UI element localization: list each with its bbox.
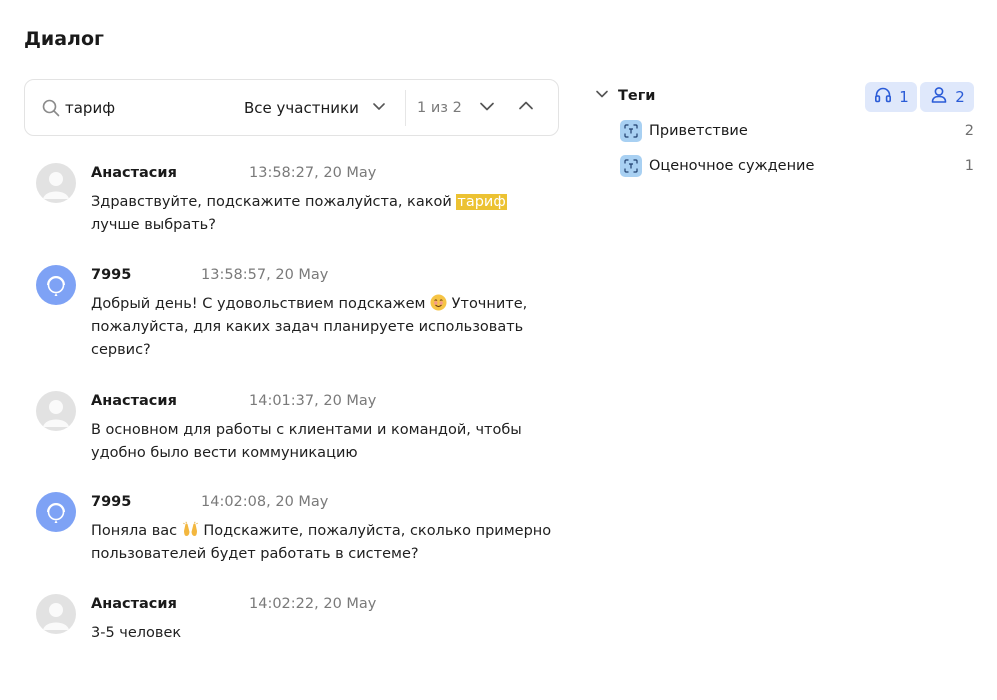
chevron-down-icon: [594, 86, 610, 106]
tag-label: Приветствие: [649, 123, 748, 139]
divider: [405, 90, 406, 126]
smiling-face-emoji-icon: [430, 294, 447, 311]
message-text: 3-5 человек: [91, 625, 182, 641]
headset-icon: [873, 85, 893, 109]
avatar: [36, 265, 76, 305]
participants-select[interactable]: Все участники: [244, 97, 387, 119]
previous-match-button[interactable]: [514, 96, 538, 120]
message-author: Анастасия: [91, 596, 177, 612]
tag-label: Оценочное суждение: [649, 158, 815, 174]
avatar: [36, 163, 76, 203]
message-text-part: Поняла вас: [91, 523, 178, 539]
tag-scan-icon: [620, 120, 642, 142]
message-text: В основном для работы с клиентами и кома…: [91, 422, 522, 461]
search-highlight: тариф: [456, 194, 507, 210]
client-tags-filter[interactable]: 2: [920, 82, 974, 112]
tag-count: 1: [964, 158, 974, 174]
message-text: Здравствуйте, подскажите пожалуйста, как…: [91, 191, 556, 237]
avatar: [36, 391, 76, 431]
user-icon: [929, 85, 949, 109]
message-author: Анастасия: [91, 165, 177, 181]
message-author: 7995: [91, 267, 132, 283]
operator-tags-count: 1: [899, 88, 909, 106]
search-panel: тариф Все участники 1 из 2: [24, 79, 559, 136]
tags-title: Теги: [618, 88, 656, 104]
chevron-down-icon: [478, 97, 496, 119]
message-text: Добрый день! С удовольствием подскажем У…: [91, 293, 556, 362]
tag-scan-icon: [620, 155, 642, 177]
client-tags-count: 2: [955, 88, 965, 106]
tag-item[interactable]: Оценочное суждение 1: [620, 154, 974, 178]
chevron-down-icon: [371, 98, 387, 118]
message-text-part: Добрый день! С удовольствием подскажем: [91, 296, 426, 312]
tag-item[interactable]: Приветствие 2: [620, 119, 974, 143]
participants-select-label: Все участники: [244, 99, 359, 117]
message-time: 14:01:37, 20 May: [249, 393, 377, 409]
search-icon: [41, 98, 61, 118]
avatar: [36, 492, 76, 532]
chevron-up-icon: [517, 97, 535, 119]
message-text: Поняла вас Подскажите, пожалуйста, сколь…: [91, 520, 556, 566]
message-time: 14:02:08, 20 May: [201, 494, 329, 510]
next-match-button[interactable]: [475, 96, 499, 120]
tag-count: 2: [964, 123, 974, 139]
raised-hands-emoji-icon: [182, 521, 199, 538]
operator-tags-filter[interactable]: 1: [865, 82, 917, 112]
avatar: [36, 594, 76, 634]
message-author: Анастасия: [91, 393, 177, 409]
message-text-part: Здравствуйте, подскажите пожалуйста, как…: [91, 194, 457, 210]
message-author: 7995: [91, 494, 132, 510]
page-title: Диалог: [24, 28, 104, 50]
tags-toggle[interactable]: Теги: [594, 86, 655, 106]
message-time: 13:58:27, 20 May: [249, 165, 377, 181]
message-time: 13:58:57, 20 May: [201, 267, 329, 283]
message-text-part: лучше выбрать?: [91, 217, 216, 233]
search-input[interactable]: тариф: [65, 98, 115, 118]
message-time: 14:02:22, 20 May: [249, 596, 377, 612]
match-counter: 1 из 2: [417, 100, 462, 116]
